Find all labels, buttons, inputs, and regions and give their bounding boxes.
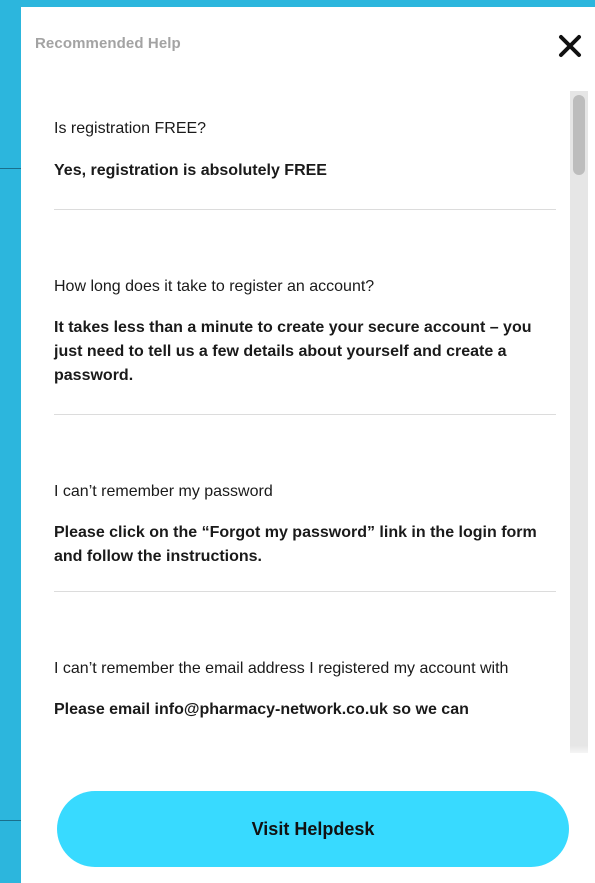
faq-answer: It takes less than a minute to create yo…	[54, 319, 532, 384]
scrollbar-thumb[interactable]	[573, 95, 585, 175]
faq-item: Is registration FREE? Yes, registration …	[54, 77, 556, 210]
help-stage: Recommended Help Is registration FREE? Y…	[0, 0, 595, 883]
faq-question: Is registration FREE?	[54, 120, 207, 137]
scrollbar[interactable]	[570, 91, 588, 753]
faq-scroll-area[interactable]: Is registration FREE? Yes, registration …	[21, 77, 595, 753]
faq-item: I can’t remember my password Please clic…	[54, 415, 556, 592]
faq-list: Is registration FREE? Yes, registration …	[54, 77, 556, 748]
faq-question: How long does it take to register an acc…	[54, 278, 375, 295]
faq-item: How long does it take to register an acc…	[54, 210, 556, 415]
close-icon	[559, 35, 581, 57]
close-button[interactable]	[555, 31, 585, 61]
faq-item: I can’t remember the email address I reg…	[54, 592, 556, 748]
help-panel: Recommended Help Is registration FREE? Y…	[21, 7, 595, 883]
panel-footer: Visit Helpdesk	[21, 753, 595, 883]
faq-answer: Please email info@pharmacy-network.co.uk…	[54, 701, 469, 718]
faq-answer: Yes, registration is absolutely FREE	[54, 162, 327, 179]
faq-question: I can’t remember the email address I reg…	[54, 660, 509, 677]
faq-question: I can’t remember my password	[54, 483, 273, 500]
faq-answer: Please click on the “Forgot my password”…	[54, 524, 537, 565]
visit-helpdesk-button[interactable]: Visit Helpdesk	[57, 791, 569, 867]
panel-title: Recommended Help	[35, 35, 181, 52]
